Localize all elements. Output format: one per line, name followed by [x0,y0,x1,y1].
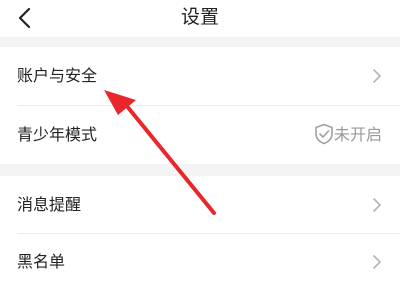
settings-group-notifications: 消息提醒 黑名单 [0,176,400,291]
shield-check-icon [315,123,333,145]
status-text: 未开启 [333,125,382,144]
settings-item-teen-mode[interactable]: 青少年模式 未开启 [0,106,400,163]
page-title: 设置 [180,6,219,28]
chevron-right-icon [373,69,381,83]
settings-item-label: 账户与安全 [17,66,98,85]
chevron-right-icon [373,255,381,269]
top-bar: 设置 [0,0,400,37]
settings-item-label: 青少年模式 [17,125,98,144]
settings-item-account-security[interactable]: 账户与安全 [0,47,400,104]
settings-item-blacklist[interactable]: 黑名单 [0,233,400,290]
chevron-right-icon [373,198,381,212]
settings-group-account: 账户与安全 青少年模式 未开启 [0,47,400,164]
settings-item-label: 消息提醒 [17,195,82,214]
settings-item-message-notifications[interactable]: 消息提醒 [0,176,400,233]
settings-item-label: 黑名单 [17,252,66,271]
